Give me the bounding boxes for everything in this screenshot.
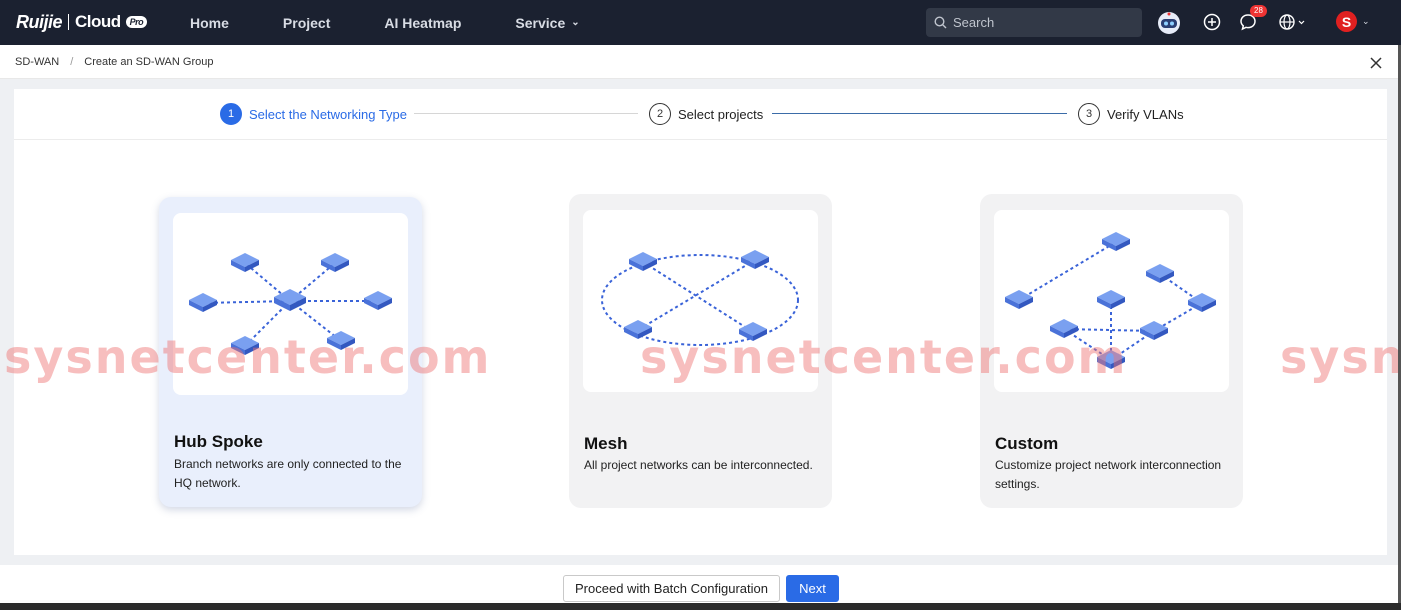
- step-number: 3: [1078, 103, 1100, 125]
- ruijie-cloud-logo[interactable]: Ruijie Cloud Pro: [16, 10, 148, 34]
- footer-actions: Proceed with Batch Configuration Next: [0, 565, 1401, 603]
- step-connector: [414, 113, 638, 114]
- mesh-card[interactable]: Mesh All project networks can be interco…: [569, 194, 832, 508]
- language-globe-icon[interactable]: [1278, 11, 1308, 33]
- switch-icon: [189, 253, 392, 355]
- nav-service-label: Service: [515, 14, 566, 31]
- step-label: Verify VLANs: [1107, 106, 1184, 122]
- mesh-diagram: [583, 210, 818, 392]
- add-icon[interactable]: [1201, 11, 1223, 33]
- breadcrumb-bar: SD-WAN / Create an SD-WAN Group: [0, 45, 1401, 79]
- product-name: Cloud: [75, 12, 121, 31]
- search-box[interactable]: [926, 8, 1142, 37]
- nav-home-label: Home: [190, 14, 229, 31]
- card-description: All project networks can be interconnect…: [584, 458, 813, 472]
- custom-diagram: [994, 210, 1229, 392]
- step-number: 1: [220, 103, 242, 125]
- batch-configuration-button[interactable]: Proceed with Batch Configuration: [563, 575, 780, 602]
- bottom-edge: [0, 603, 1401, 610]
- nav-home[interactable]: Home: [190, 15, 229, 31]
- step-verify-vlans: 3 Verify VLANs: [1078, 103, 1184, 125]
- wizard-steps: 1 Select the Networking Type 2 Select pr…: [14, 89, 1387, 140]
- chevron-down-icon: ⌄: [1362, 16, 1370, 26]
- nav-service[interactable]: Service ⌄: [515, 15, 579, 31]
- step-connector: [772, 113, 1067, 114]
- breadcrumb: SD-WAN / Create an SD-WAN Group: [15, 56, 213, 68]
- card-title: Hub Spoke: [174, 432, 263, 451]
- step-label: Select the Networking Type: [249, 106, 408, 122]
- logo-divider: [68, 14, 70, 30]
- step-select-networking-type: 1 Select the Networking Type: [220, 103, 407, 125]
- card-description: Branch networks are only connected to th…: [174, 457, 402, 490]
- step-number: 2: [649, 103, 671, 125]
- breadcrumb-current: Create an SD-WAN Group: [84, 56, 214, 68]
- chevron-down-icon: ⌄: [571, 17, 580, 28]
- breadcrumb-sdwan[interactable]: SD-WAN: [15, 56, 59, 68]
- next-button[interactable]: Next: [786, 575, 839, 602]
- hub-spoke-diagram: [173, 213, 408, 395]
- card-title: Custom: [995, 434, 1059, 453]
- brand-name: Ruijie: [16, 11, 63, 32]
- notification-count-badge: 28: [1250, 5, 1267, 17]
- custom-card[interactable]: Custom Customize project network interco…: [980, 194, 1243, 508]
- nav-ai-heatmap[interactable]: AI Heatmap: [384, 15, 461, 31]
- wizard-panel: 1 Select the Networking Type 2 Select pr…: [14, 89, 1387, 555]
- card-description: Customize project network interconnectio…: [995, 458, 1222, 491]
- top-navigation-bar: Ruijie Cloud Pro Home Project AI Heatmap…: [0, 0, 1401, 45]
- edition-badge: Pro: [125, 16, 148, 28]
- user-menu[interactable]: S ⌄: [1336, 11, 1370, 32]
- card-title: Mesh: [584, 434, 628, 453]
- robot-assistant-icon[interactable]: [1156, 10, 1182, 36]
- search-input[interactable]: [953, 15, 1133, 30]
- step-select-projects: 2 Select projects: [649, 103, 763, 125]
- close-icon[interactable]: [1368, 55, 1384, 71]
- step-label: Select projects: [678, 106, 764, 122]
- main-nav: Home Project AI Heatmap Service ⌄: [190, 0, 634, 45]
- nav-project-label: Project: [282, 14, 331, 31]
- breadcrumb-separator: /: [70, 56, 74, 68]
- avatar: S: [1336, 11, 1357, 32]
- nav-project[interactable]: Project: [283, 15, 330, 31]
- hub-spoke-card[interactable]: Hub Spoke Branch networks are only conne…: [159, 197, 422, 507]
- nav-ai-heatmap-label: AI Heatmap: [384, 14, 462, 31]
- search-icon: [934, 16, 947, 29]
